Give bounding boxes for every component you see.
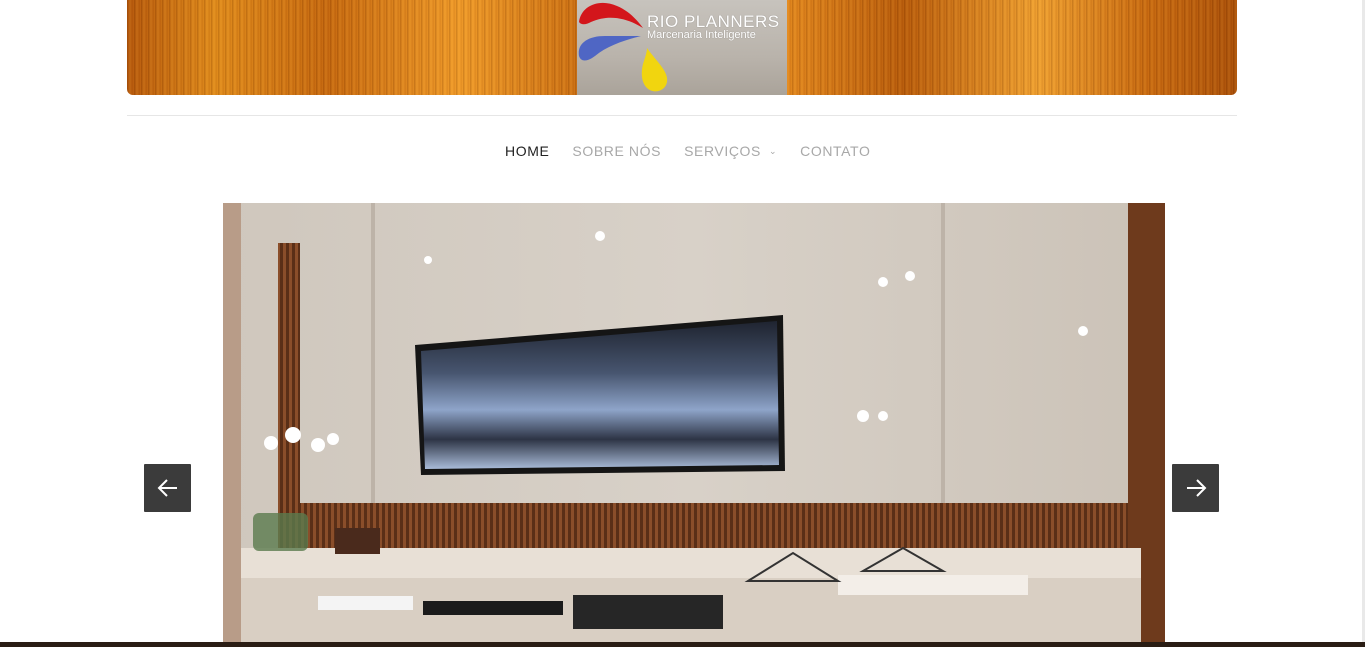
slider-prev-button[interactable] xyxy=(144,464,191,512)
nav-item-label: SERVIÇOS xyxy=(684,143,761,159)
nav-item-label: SOBRE NÓS xyxy=(572,143,662,159)
slider-next-button[interactable] xyxy=(1172,464,1219,512)
header-banner: RIO PLANNERS Marcenaria Inteligente xyxy=(127,0,1237,95)
slider-image xyxy=(223,203,1165,643)
nav-item-contato[interactable]: CONTATO xyxy=(800,143,870,159)
nav-item-label: HOME xyxy=(505,143,550,159)
logo[interactable]: RIO PLANNERS Marcenaria Inteligente xyxy=(577,0,787,95)
logo-subtitle: Marcenaria Inteligente xyxy=(647,29,756,41)
arrow-right-icon xyxy=(1186,479,1206,497)
living-room-photo xyxy=(223,203,1165,643)
arrow-left-icon xyxy=(157,479,177,497)
nav-item-home[interactable]: HOME xyxy=(505,143,549,159)
nav-item-sobre-nos[interactable]: SOBRE NÓS xyxy=(572,143,661,159)
header-divider xyxy=(127,115,1237,116)
nav-item-label: CONTATO xyxy=(800,143,871,159)
footer-strip xyxy=(0,642,1365,647)
chevron-down-icon: ⌄ xyxy=(768,145,778,156)
nav-item-servicos[interactable]: SERVIÇOS ⌄ xyxy=(684,143,777,159)
main-nav: HOME SOBRE NÓS SERVIÇOS ⌄ CONTATO xyxy=(0,143,1365,163)
